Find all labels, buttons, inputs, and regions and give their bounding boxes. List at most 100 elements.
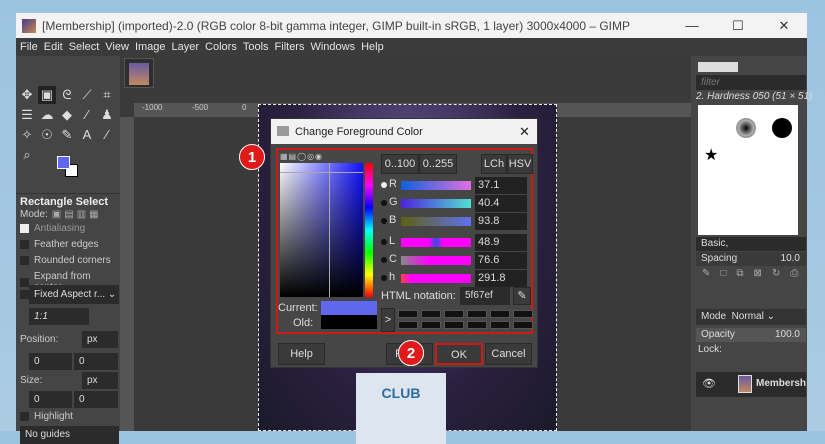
color-picker-icon[interactable]: ⁄	[98, 126, 116, 144]
history-toggle-button[interactable]: >	[381, 308, 395, 332]
position-unit-dropdown[interactable]: px	[82, 331, 118, 348]
ratio-input[interactable]: 1:1	[29, 308, 89, 325]
color-square[interactable]	[280, 163, 363, 297]
align-tool-icon[interactable]: ☰	[18, 106, 36, 124]
crop-tool-icon[interactable]: ⌗	[98, 86, 116, 104]
highlight-checkbox[interactable]	[20, 412, 29, 421]
size-unit-dropdown[interactable]: px	[82, 372, 118, 389]
brush-actions-icons[interactable]: ✎□⧉⊠↻⎙	[702, 268, 808, 279]
layer-row[interactable]: 👁 Membersh	[696, 372, 806, 397]
fixed-aspect-dropdown[interactable]: Fixed Aspect r... ⌄	[29, 285, 119, 304]
layer-mode-dropdown[interactable]: Mode Normal ⌄	[696, 309, 806, 325]
lasso-tool-icon[interactable]: ᘓ	[58, 86, 76, 104]
menu-select[interactable]: Select	[69, 41, 100, 53]
paths-tool-icon[interactable]: ✎	[58, 126, 76, 144]
guides-dropdown[interactable]: No guides	[20, 426, 119, 444]
dock-tabs-icon[interactable]	[698, 62, 738, 72]
history-swatch[interactable]	[467, 321, 487, 329]
brush-grid[interactable]: ★	[698, 105, 798, 235]
history-swatch[interactable]	[421, 321, 441, 329]
position-y-input[interactable]: 0	[74, 353, 118, 370]
history-swatch[interactable]	[467, 310, 487, 318]
move-tool-icon[interactable]: ✥	[18, 86, 36, 104]
history-swatch[interactable]	[398, 321, 418, 329]
zoom-tool-icon[interactable]: ⌕	[18, 146, 36, 164]
history-swatch[interactable]	[490, 321, 510, 329]
position-label: Position:	[20, 334, 59, 345]
rounded-checkbox[interactable]	[20, 256, 29, 265]
hue-strip[interactable]	[365, 163, 373, 297]
history-swatch[interactable]	[444, 321, 464, 329]
image-tab-thumbnail[interactable]	[124, 58, 154, 88]
menu-view[interactable]: View	[105, 41, 129, 53]
ok-button[interactable]: OK	[435, 343, 483, 365]
history-swatch[interactable]	[490, 310, 510, 318]
size-h-input[interactable]: 0	[74, 391, 118, 408]
menu-colors[interactable]: Colors	[205, 41, 237, 53]
menu-image[interactable]: Image	[135, 41, 166, 53]
cancel-button[interactable]: Cancel	[485, 343, 532, 365]
toolbox: ✥ ▣ ᘓ ⟋ ⌗ ☰ ☁ ◆ ⁄ ♟ ✧ ☉ ✎ A ⁄ ⌕ Rectangl…	[16, 56, 120, 444]
channel-g-row[interactable]: G 40.4	[381, 195, 533, 212]
position-x-input[interactable]: 0	[29, 353, 72, 370]
menu-tools[interactable]: Tools	[243, 41, 269, 53]
menu-help[interactable]: Help	[361, 41, 384, 53]
size-label: Size:	[20, 375, 43, 386]
mode-label: Mode:	[20, 209, 48, 220]
hsv-button[interactable]: HSV	[507, 154, 533, 174]
menu-layer[interactable]: Layer	[172, 41, 200, 53]
minimize-button[interactable]: —	[669, 13, 715, 38]
history-swatch[interactable]	[421, 310, 441, 318]
opacity-slider[interactable]: Opacity 100.0	[696, 328, 806, 342]
bucket-fill-icon[interactable]: ◆	[58, 106, 76, 124]
brush-filter-input[interactable]: filter	[696, 75, 806, 90]
feather-checkbox[interactable]	[20, 240, 29, 249]
range-0-100-button[interactable]: 0..100	[381, 154, 419, 174]
channel-c-row[interactable]: C 76.6	[381, 252, 533, 269]
menu-edit[interactable]: Edit	[44, 41, 63, 53]
spacing-slider[interactable]: Spacing 10.0	[696, 252, 806, 266]
history-swatch[interactable]	[513, 310, 533, 318]
brush-set-dropdown[interactable]: Basic,	[696, 237, 806, 251]
channel-h-row[interactable]: h 291.8	[381, 270, 533, 287]
fixed-checkbox[interactable]	[20, 290, 29, 299]
warp-tool-icon[interactable]: ☁	[38, 106, 56, 124]
text-tool-icon[interactable]: A	[78, 126, 96, 144]
highlight-label: Highlight	[34, 411, 73, 422]
dialog-close-button[interactable]: ✕	[519, 124, 530, 140]
brush-selected[interactable]	[736, 118, 756, 138]
close-button[interactable]: ✕	[761, 13, 807, 38]
heal-tool-icon[interactable]: ✧	[18, 126, 36, 144]
smudge-tool-icon[interactable]: ☉	[38, 126, 56, 144]
expand-checkbox[interactable]	[20, 277, 29, 287]
antialiasing-checkbox[interactable]	[20, 224, 29, 233]
visibility-eye-icon[interactable]: 👁	[702, 377, 716, 390]
rect-select-tool-icon[interactable]: ▣	[38, 86, 56, 104]
fuzzy-select-tool-icon[interactable]: ⟋	[78, 86, 96, 104]
title-bar: [Membership] (imported)-2.0 (RGB color 8…	[16, 13, 807, 38]
menu-file[interactable]: File	[20, 41, 38, 53]
channel-b-row[interactable]: B 93.8	[381, 213, 533, 230]
vertical-ruler	[120, 117, 134, 431]
current-label: Current:	[278, 302, 318, 314]
paintbrush-icon[interactable]: ⁄	[78, 106, 96, 124]
dialog-title: Change Foreground Color	[295, 125, 423, 138]
channel-r-row[interactable]: R 37.1	[381, 177, 533, 194]
foreground-color-swatch[interactable]	[57, 156, 70, 169]
menu-windows[interactable]: Windows	[310, 41, 355, 53]
lch-button[interactable]: LCh	[481, 154, 507, 174]
range-0-255-button[interactable]: 0..255	[419, 154, 457, 174]
selector-tabs-icons[interactable]: ▦▤◯◎◉	[280, 152, 323, 161]
size-w-input[interactable]: 0	[29, 391, 72, 408]
html-notation-input[interactable]: 5f67ef	[460, 287, 510, 305]
clone-tool-icon[interactable]: ♟	[98, 106, 116, 124]
history-swatch[interactable]	[444, 310, 464, 318]
mode-buttons-icon[interactable]: ▣▤▥▦	[52, 209, 102, 220]
color-picker-button[interactable]: ✎	[513, 287, 531, 305]
channel-l-row[interactable]: L 48.9	[381, 234, 533, 251]
menu-filters[interactable]: Filters	[275, 41, 305, 53]
help-button[interactable]: Help	[278, 343, 325, 365]
history-swatch[interactable]	[513, 321, 533, 329]
maximize-button[interactable]: ☐	[715, 13, 761, 38]
history-swatch[interactable]	[398, 310, 418, 318]
